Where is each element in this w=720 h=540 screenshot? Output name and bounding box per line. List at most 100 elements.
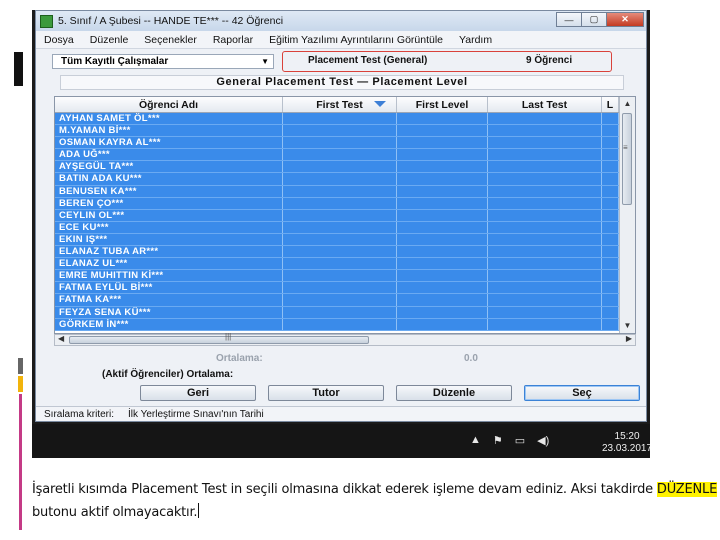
horizontal-scrollbar[interactable]: ◀ ||| ▶ [54,332,636,346]
empty-cell [488,270,602,282]
window-controls: — ▢ ✕ [556,12,644,27]
tutor-button[interactable]: Tutor [268,385,384,401]
group-title: General Placement Test — Placement Level [60,75,624,90]
empty-cell [488,161,602,173]
table-row[interactable]: ADA UĞ*** [55,149,635,162]
table-row[interactable]: BATIN ADA KU*** [55,173,635,186]
empty-cell [602,161,619,173]
table-row[interactable]: ELANAZ UL*** [55,258,635,271]
student-name-cell: ELANAZ TUBA AR*** [55,246,283,258]
empty-cell [397,149,488,161]
flag-icon[interactable]: ⚑ [493,434,503,447]
empty-cell [488,294,602,306]
minimize-button[interactable]: — [556,12,582,27]
menu-yardim[interactable]: Yardım [451,34,500,46]
vertical-scrollbar[interactable]: ▲ ≡ ▼ [619,97,635,333]
table-body: AYHAN SAMET ÖL*** M.YAMAN Bİ*** OSMAN KAYR… [55,113,635,331]
empty-cell [397,113,488,125]
empty-cell [397,306,488,318]
empty-cell [602,221,619,233]
table-row[interactable]: OSMAN KAYRA AL*** [55,137,635,150]
student-name-cell: ELANAZ UL*** [55,258,283,270]
table-row[interactable]: CEYLIN OL*** [55,209,635,222]
menu-raporlar[interactable]: Raporlar [205,34,261,46]
empty-cell [602,282,619,294]
scroll-right-icon[interactable]: ▶ [626,334,632,343]
menu-duzenle[interactable]: Düzenle [82,34,137,46]
student-name-cell: EMRE MUHITTIN Kİ*** [55,270,283,282]
table-row[interactable]: EKIN IŞ*** [55,233,635,247]
back-button[interactable]: Geri [140,385,256,401]
table-row[interactable]: M.YAMAN Bİ*** [55,125,635,138]
maximize-button[interactable]: ▢ [581,12,607,27]
table-row[interactable]: ELANAZ TUBA AR*** [55,246,635,259]
table-row[interactable]: EMRE MUHITTIN Kİ*** [55,270,635,283]
volume-icon[interactable]: ◀) [537,434,549,447]
column-header-label: First Test [316,98,363,111]
student-name-cell: ADA UĞ*** [55,149,283,161]
column-header-first-level[interactable]: First Level [397,97,488,112]
column-header-first-test[interactable]: First Test [283,97,397,112]
empty-cell [602,318,619,330]
close-button[interactable]: ✕ [606,12,644,27]
scroll-down-icon[interactable]: ▼ [620,319,635,333]
column-header-truncated[interactable]: L [602,97,619,112]
table-row[interactable]: AYŞEGÜL TA*** [55,161,635,174]
table-row[interactable]: FATMA EYLÜL Bİ*** [55,282,635,295]
empty-cell [397,270,488,282]
network-icon[interactable]: ▭ [515,434,525,447]
empty-cell [283,294,397,306]
menu-secenekler[interactable]: Seçenekler [136,34,205,46]
empty-cell [283,185,397,197]
student-name-cell: CEYLIN OL*** [55,209,283,221]
empty-cell [397,258,488,270]
select-button[interactable]: Seç [524,385,640,401]
empty-cell [283,125,397,137]
title-bar[interactable]: 5. Sınıf / A Şubesi -- HANDE TE*** -- 42… [36,11,646,31]
sort-criteria-value: İlk Yerleştirme Sınavı'nın Tarihi [128,409,264,420]
empty-cell [602,294,619,306]
empty-cell [488,137,602,149]
student-name-cell: BATIN ADA KU*** [55,173,283,185]
table-row[interactable]: ECE KU*** [55,221,635,234]
table-row[interactable]: AYHAN SAMET ÖL*** [55,113,635,126]
edit-button[interactable]: Düzenle [396,385,512,401]
empty-cell [283,233,397,246]
empty-cell [602,137,619,149]
app-icon [40,14,53,28]
student-name-cell: OSMAN KAYRA AL*** [55,137,283,149]
application-window: 5. Sınıf / A Şubesi -- HANDE TE*** -- 42… [35,10,647,422]
empty-cell [602,233,619,246]
average-label: Ortalama: [216,353,263,364]
table-row[interactable]: BEREN ÇO*** [55,197,635,210]
scroll-thumb[interactable] [622,113,632,205]
menu-egitim-yazilimi[interactable]: Eğitim Yazılımı Ayrıntılarını Görüntüle [261,34,451,46]
menu-bar: Dosya Düzenle Seçenekler Raporlar Eğitim… [36,31,646,49]
empty-cell [283,270,397,282]
window-title: 5. Sınıf / A Şubesi -- HANDE TE*** -- 42… [58,15,284,27]
empty-cell [488,149,602,161]
study-filter-dropdown[interactable]: Tüm Kayıtlı Çalışmalar ▼ [52,54,274,69]
empty-cell [397,282,488,294]
caption-highlight: DÜZENLE [656,482,718,497]
table-row[interactable]: FEYZA SENA KÜ*** [55,306,635,319]
tray-expand-icon[interactable]: ▲ [470,434,481,447]
table-header: Öğrenci Adı First Test First Level Last … [55,97,635,113]
menu-dosya[interactable]: Dosya [36,34,82,46]
clock[interactable]: 15:20 23.03.2017 [602,431,650,455]
scroll-left-icon[interactable]: ◀ [58,334,64,343]
student-name-cell: AYŞEGÜL TA*** [55,161,283,173]
sort-criteria-label: Sıralama kriteri: [44,409,115,420]
column-header-student-name[interactable]: Öğrenci Adı [55,97,283,112]
screenshot-frame: 5. Sınıf / A Şubesi -- HANDE TE*** -- 42… [32,10,650,458]
table-row[interactable]: FATMA KA*** [55,294,635,307]
empty-cell [488,282,602,294]
table-row[interactable]: BENUSEN KA*** [55,185,635,198]
tray-icons: ▲ ⚑ ▭ ◀) [470,434,549,447]
column-header-last-test[interactable]: Last Test [488,97,602,112]
empty-cell [283,306,397,318]
table-row[interactable]: GÖRKEM İN*** [55,318,635,331]
empty-cell [602,125,619,137]
horizontal-scroll-thumb[interactable] [69,336,369,344]
scroll-up-icon[interactable]: ▲ [620,97,635,111]
